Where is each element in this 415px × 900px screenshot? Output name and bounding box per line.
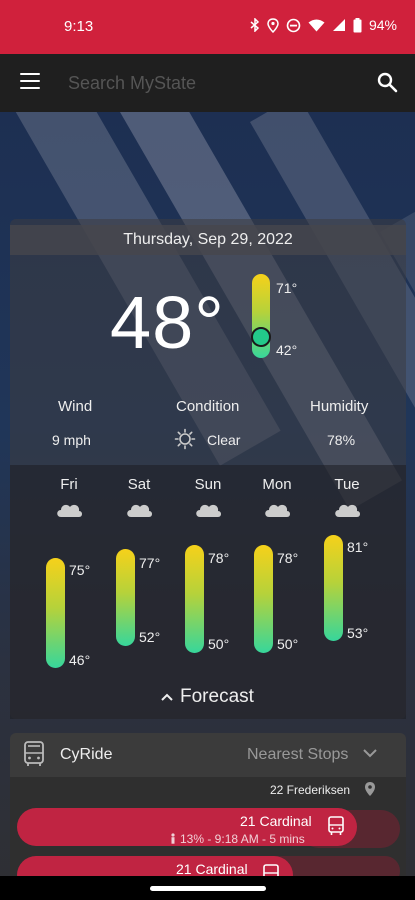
forecast-temp-bar	[116, 549, 135, 646]
humidity-value: 78%	[327, 432, 356, 448]
cloud-icon	[265, 504, 290, 517]
status-time: 9:13	[64, 18, 94, 35]
today-low: 42°	[276, 342, 298, 358]
home-gesture-handle[interactable]	[150, 886, 266, 891]
wind-value: 9 mph	[52, 432, 91, 448]
condition-value: Clear	[207, 432, 241, 448]
cloud-icon	[57, 504, 82, 517]
forecast-day-name: Sat	[127, 476, 151, 493]
forecast-high: 75°	[69, 562, 91, 578]
status-icons: 94%	[250, 17, 397, 33]
battery-icon	[353, 17, 362, 32]
today-high: 71°	[276, 280, 298, 296]
route-name: 21 Cardinal	[176, 861, 248, 877]
forecast-day-name: Mon	[262, 476, 292, 493]
sun-icon	[174, 428, 196, 450]
cyride-title: CyRide	[60, 746, 113, 763]
battery-percent: 94%	[368, 17, 397, 33]
signal-icon	[332, 19, 345, 31]
location-icon	[267, 17, 279, 33]
wind-label: Wind	[58, 398, 93, 415]
current-temperature: 48°	[110, 281, 225, 364]
forecast-temp-bar	[185, 545, 204, 653]
forecast-low: 50°	[277, 636, 299, 652]
route-detail-text: 13% - 9:18 AM - 5 mins	[180, 832, 305, 846]
route-name: 21 Cardinal	[240, 813, 312, 829]
forecast-temp-bar	[324, 535, 343, 641]
chevron-up-icon	[161, 693, 173, 701]
forecast-high: 78°	[208, 550, 230, 566]
forecast-temp-bar	[254, 545, 273, 653]
weather-date: Thursday, Sep 29, 2022	[10, 225, 406, 255]
forecast-toggle-label: Forecast	[180, 686, 254, 707]
forecast-low: 50°	[208, 636, 230, 652]
nearest-stops-dropdown[interactable]: Nearest Stops	[247, 746, 348, 764]
menu-icon[interactable]	[20, 73, 40, 89]
forecast-low: 46°	[69, 652, 91, 668]
location-pin-icon[interactable]	[364, 781, 376, 797]
forecast-high: 78°	[277, 550, 299, 566]
status-bar: 9:13 94%	[0, 0, 415, 54]
app-bar	[0, 54, 415, 112]
route-detail: 13% - 9:18 AM - 5 mins	[170, 832, 305, 846]
occupancy-icon	[171, 833, 175, 844]
search-input[interactable]	[68, 68, 358, 98]
current-temp-marker	[251, 327, 271, 347]
forecast-toggle-button[interactable]: Forecast	[160, 686, 254, 708]
forecast-high: 77°	[139, 555, 161, 571]
forecast-low: 52°	[139, 629, 161, 645]
forecast-day-name: Fri	[60, 476, 78, 493]
stop-name: 22 Frederiksen	[270, 783, 351, 797]
cloud-icon	[127, 504, 152, 517]
condition-label: Condition	[176, 398, 240, 415]
route-bus-icon	[328, 816, 344, 835]
do-not-disturb-icon	[286, 18, 301, 32]
bus-icon	[24, 741, 44, 766]
forecast-low: 53°	[347, 625, 369, 641]
forecast-temp-bar	[46, 558, 65, 668]
forecast-day-name: Tue	[334, 476, 360, 493]
humidity-label: Humidity	[310, 398, 369, 415]
forecast-day-name: Sun	[194, 476, 222, 493]
bluetooth-icon	[250, 18, 260, 32]
forecast-high: 81°	[347, 539, 369, 555]
cloud-icon	[196, 504, 221, 517]
wifi-icon	[308, 19, 325, 31]
cloud-icon	[335, 504, 360, 517]
chevron-down-icon[interactable]	[362, 746, 378, 760]
search-icon[interactable]	[375, 70, 399, 94]
